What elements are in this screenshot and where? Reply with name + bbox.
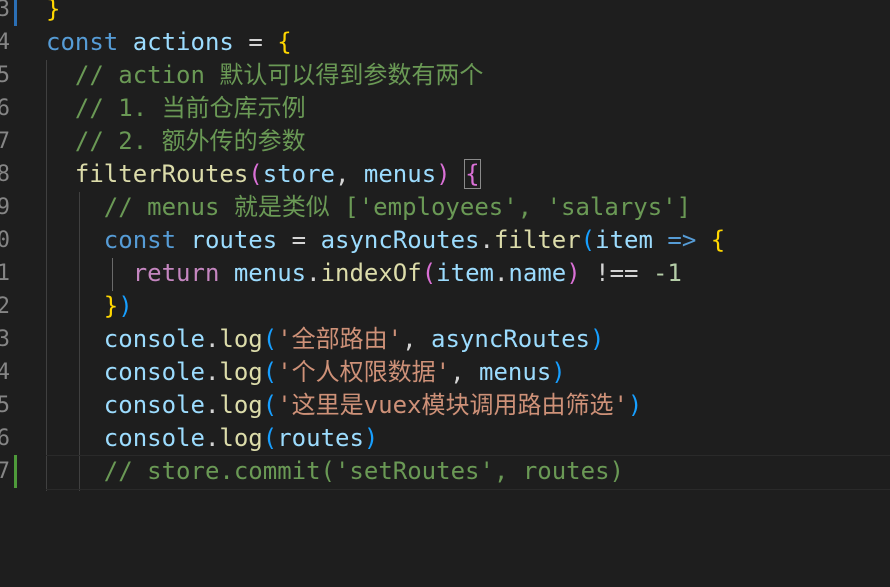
code-line[interactable]: 0 const routes = asyncRoutes.filter(item… — [0, 224, 890, 257]
matched-bracket: { — [464, 159, 481, 189]
code-content: // store.commit('setRoutes', routes) — [103, 457, 624, 485]
line-number: 4 — [0, 360, 10, 385]
code-content: const routes = asyncRoutes.filter(item =… — [103, 226, 726, 254]
code-line[interactable]: 1 return menus.indexOf(item.name) !== -1 — [0, 257, 890, 290]
code-content: } — [46, 0, 61, 23]
line-number: 4 — [0, 30, 10, 55]
line-number: 6 — [0, 426, 10, 451]
line-number: 6 — [0, 96, 10, 121]
code-content: console.log('个人权限数据', menus) — [103, 358, 566, 386]
code-line[interactable]: 4 console.log('个人权限数据', menus) — [0, 356, 890, 389]
code-content: console.log(routes) — [103, 424, 379, 452]
code-line[interactable]: 2 }) — [0, 290, 890, 323]
code-content: // 1. 当前仓库示例 — [74, 94, 306, 122]
code-line[interactable]: 3 console.log('全部路由', asyncRoutes) — [0, 323, 890, 356]
code-content: console.log('这里是vuex模块调用路由筛选') — [103, 391, 643, 419]
code-content: return menus.indexOf(item.name) !== -1 — [132, 259, 682, 287]
line-number: 0 — [0, 228, 10, 253]
code-content: }) — [103, 292, 133, 320]
line-number: 9 — [0, 195, 10, 220]
line-number: 7 — [0, 129, 10, 154]
line-number: 5 — [0, 393, 10, 418]
line-number: 3 — [0, 327, 10, 352]
line-number: 3 — [0, 0, 10, 22]
code-content: console.log('全部路由', asyncRoutes) — [103, 325, 605, 353]
code-line[interactable]: 6 // 1. 当前仓库示例 — [0, 92, 890, 125]
code-line[interactable]: 7 // store.commit('setRoutes', routes) — [0, 455, 890, 488]
line-number: 7 — [0, 459, 10, 484]
line-number: 2 — [0, 294, 10, 319]
line-number: 8 — [0, 162, 10, 187]
code-line[interactable]: 5 // action 默认可以得到参数有两个 — [0, 59, 890, 92]
code-content: filterRoutes(store, menus) { — [74, 159, 481, 189]
code-line[interactable]: 5 console.log('这里是vuex模块调用路由筛选') — [0, 389, 890, 422]
code-content: // 2. 额外传的参数 — [74, 127, 306, 155]
line-number: 5 — [0, 63, 10, 88]
code-content: // action 默认可以得到参数有两个 — [74, 61, 484, 89]
line-number: 1 — [0, 261, 10, 286]
code-line[interactable]: 9 // menus 就是类似 ['employees', 'salarys'] — [0, 191, 890, 224]
code-line[interactable]: 8 filterRoutes(store, menus) { — [0, 158, 890, 191]
code-line[interactable]: 6 console.log(routes) — [0, 422, 890, 455]
code-editor[interactable]: 3 } 4 const actions = { 5 // action 默认可以… — [0, 0, 890, 491]
code-content: const actions = { — [46, 28, 292, 56]
code-line[interactable]: 4 const actions = { — [0, 26, 890, 59]
code-line[interactable]: 7 // 2. 额外传的参数 — [0, 125, 890, 158]
code-content: // menus 就是类似 ['employees', 'salarys'] — [103, 193, 692, 221]
code-line[interactable]: 3 } — [0, 0, 890, 26]
